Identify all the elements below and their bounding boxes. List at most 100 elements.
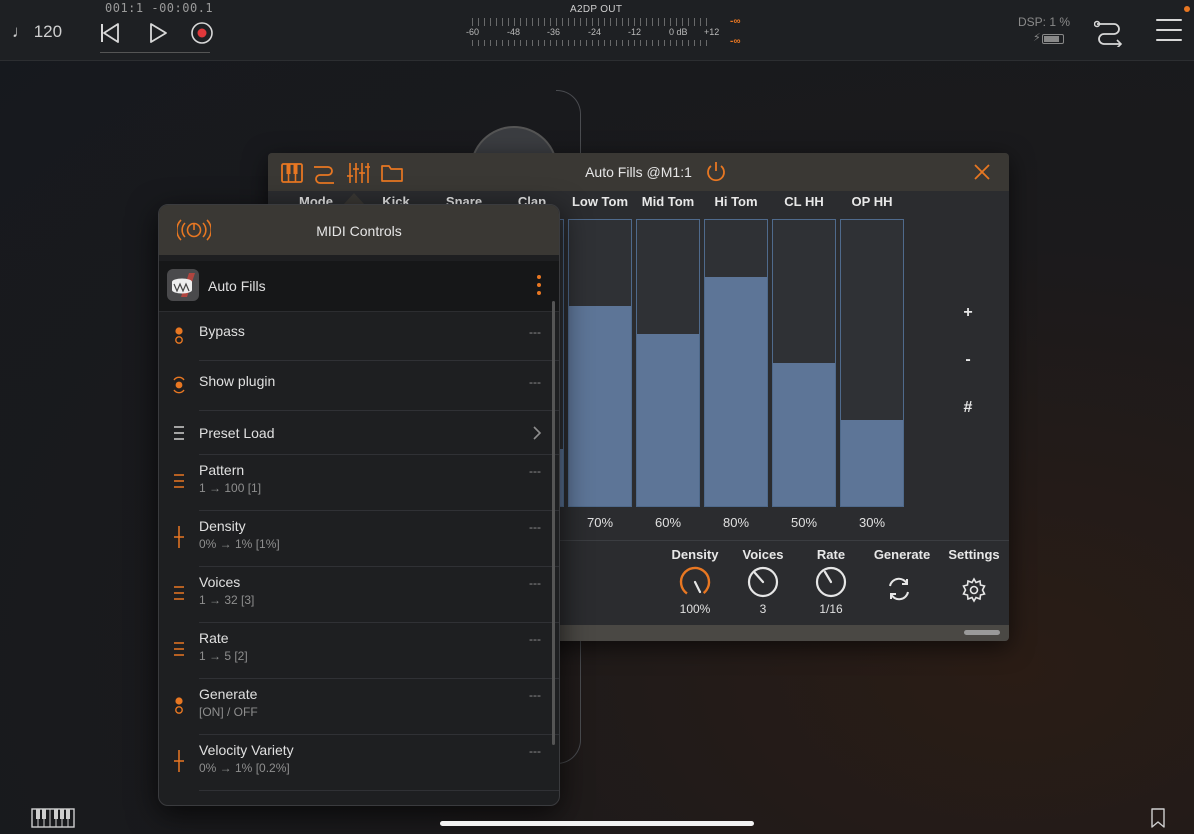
midi-param-row[interactable]: Preset Load: [159, 411, 559, 455]
play-button[interactable]: [145, 20, 171, 46]
midi-assignment[interactable]: ---: [529, 325, 541, 339]
probability-slider-mid-tom[interactable]: [636, 219, 700, 507]
column-mid-tom: Mid Tom: [641, 194, 695, 209]
midi-assignment[interactable]: ---: [529, 688, 541, 702]
tempo-display[interactable]: ♩ 120: [12, 22, 62, 42]
plugin-power-button[interactable]: [704, 160, 728, 184]
transport-divider: [100, 52, 210, 53]
meter-scale-label: -36: [547, 27, 561, 37]
param-range: 0% → 1% [1%]: [199, 537, 280, 551]
percent-mid-tom: 60%: [654, 515, 682, 530]
density-knob[interactable]: [678, 565, 712, 599]
probability-slider-cl-hh[interactable]: [772, 219, 836, 507]
home-indicator[interactable]: [440, 821, 754, 826]
decrease-button[interactable]: -: [958, 351, 978, 369]
midi-assignment[interactable]: ---: [529, 464, 541, 478]
notification-dot: [1184, 6, 1190, 12]
midi-assignment[interactable]: ---: [529, 375, 541, 389]
meter-scale-label: 0 dB: [669, 27, 688, 37]
increase-button[interactable]: +: [958, 304, 978, 322]
numeric-entry-button[interactable]: #: [958, 399, 978, 417]
bar-fill: [841, 420, 903, 506]
percent-low-tom: 70%: [586, 515, 614, 530]
rate-knob[interactable]: [814, 565, 848, 599]
midi-controls-header: MIDI Controls: [159, 205, 559, 255]
bookmark-icon[interactable]: [1150, 808, 1166, 828]
slider-param-icon: [171, 525, 187, 549]
probability-slider-op-hh[interactable]: [840, 219, 904, 507]
param-name: Velocity Variety: [199, 742, 294, 758]
stepped-param-icon: [171, 581, 187, 605]
charging-icon: ⚡: [1033, 32, 1041, 44]
slider-param-icon: [171, 749, 187, 773]
resize-handle[interactable]: [964, 630, 1000, 635]
midi-param-row[interactable]: Show plugin ---: [159, 361, 559, 411]
param-range: 1 → 32 [3]: [199, 593, 255, 607]
routing-icon: [1093, 20, 1123, 49]
meter-ticks-top: [472, 18, 712, 26]
param-range: 1 → 100 [1]: [199, 481, 262, 495]
time-position: 001:1 -00:00.1: [105, 1, 214, 15]
midi-plugin-name: Auto Fills: [208, 278, 266, 294]
midi-assignment[interactable]: ---: [529, 744, 541, 758]
settings-button[interactable]: [961, 577, 987, 603]
midi-controls-title: MIDI Controls: [316, 223, 402, 239]
chevron-right-icon[interactable]: [532, 426, 542, 440]
midi-param-row[interactable]: Density 0% → 1% [1%] ---: [159, 511, 559, 567]
gear-icon: [962, 577, 986, 603]
midi-assignment[interactable]: ---: [529, 632, 541, 646]
battery-icon: [1042, 34, 1064, 44]
param-range: 0% → 1% [0.2%]: [199, 761, 290, 775]
bar-fill: [569, 305, 631, 506]
param-range: [ON] / OFF: [199, 705, 258, 719]
param-name: Pattern: [199, 462, 245, 478]
midi-param-row[interactable]: Voices 1 → 32 [3] ---: [159, 567, 559, 623]
routing-button[interactable]: [1093, 17, 1124, 49]
probability-slider-low-tom[interactable]: [568, 219, 632, 507]
midi-plugin-selector[interactable]: Auto Fills: [159, 261, 559, 312]
meter-scale-label: -48: [507, 27, 521, 37]
column-op-hh: OP HH: [851, 194, 893, 209]
bar-fill: [773, 363, 835, 506]
drum-icon: [172, 273, 195, 297]
param-name: Preset Load: [199, 425, 275, 441]
more-options-icon[interactable]: [537, 275, 541, 297]
midi-param-row[interactable]: Bypass ---: [159, 311, 559, 361]
toggle-icon: [171, 693, 187, 717]
refresh-icon: [889, 577, 909, 601]
record-button[interactable]: [189, 20, 215, 46]
midi-param-row[interactable]: Rate 1 → 5 [2] ---: [159, 623, 559, 679]
rate-value: 1/16: [819, 602, 843, 616]
column-low-tom: Low Tom: [571, 194, 629, 209]
meter-scale-label: +12: [704, 27, 720, 37]
momentary-icon: [171, 373, 187, 397]
probability-slider-hi-tom[interactable]: [704, 219, 768, 507]
rate-label: Rate: [816, 547, 846, 562]
midi-param-row[interactable]: Velocity Variety 0% → 1% [0.2%] ---: [159, 735, 559, 791]
piano-keyboard-icon[interactable]: [31, 808, 75, 828]
percent-cl-hh: 50%: [790, 515, 818, 530]
param-name: Bypass: [199, 323, 245, 339]
generate-button[interactable]: [885, 575, 913, 603]
controls-divider: [558, 540, 1009, 541]
transport-bar: ♩ 120 001:1 -00:00.1 A2DP OUT -60 -48 -3…: [0, 0, 1194, 61]
bar-fill: [705, 277, 767, 506]
hamburger-menu-icon[interactable]: [1156, 19, 1182, 45]
generate-label: Generate: [873, 547, 931, 562]
list-scrollbar[interactable]: [552, 301, 555, 745]
close-plugin-button[interactable]: [972, 162, 992, 182]
row-divider: [199, 790, 559, 791]
skip-to-start-button[interactable]: [97, 20, 123, 46]
column-hi-tom: Hi Tom: [714, 194, 758, 209]
list-icon: [171, 421, 187, 445]
percent-hi-tom: 80%: [722, 515, 750, 530]
peak-right: -∞: [730, 36, 741, 47]
toggle-icon: [171, 323, 187, 347]
midi-assignment[interactable]: ---: [529, 520, 541, 534]
dsp-load: DSP: 1 %: [1018, 15, 1071, 29]
midi-assignment[interactable]: ---: [529, 576, 541, 590]
voices-knob[interactable]: [746, 565, 780, 599]
midi-param-row[interactable]: Pattern 1 → 100 [1] ---: [159, 455, 559, 511]
midi-param-row[interactable]: Generate [ON] / OFF ---: [159, 679, 559, 735]
meter-scale-label: -60: [466, 27, 480, 37]
